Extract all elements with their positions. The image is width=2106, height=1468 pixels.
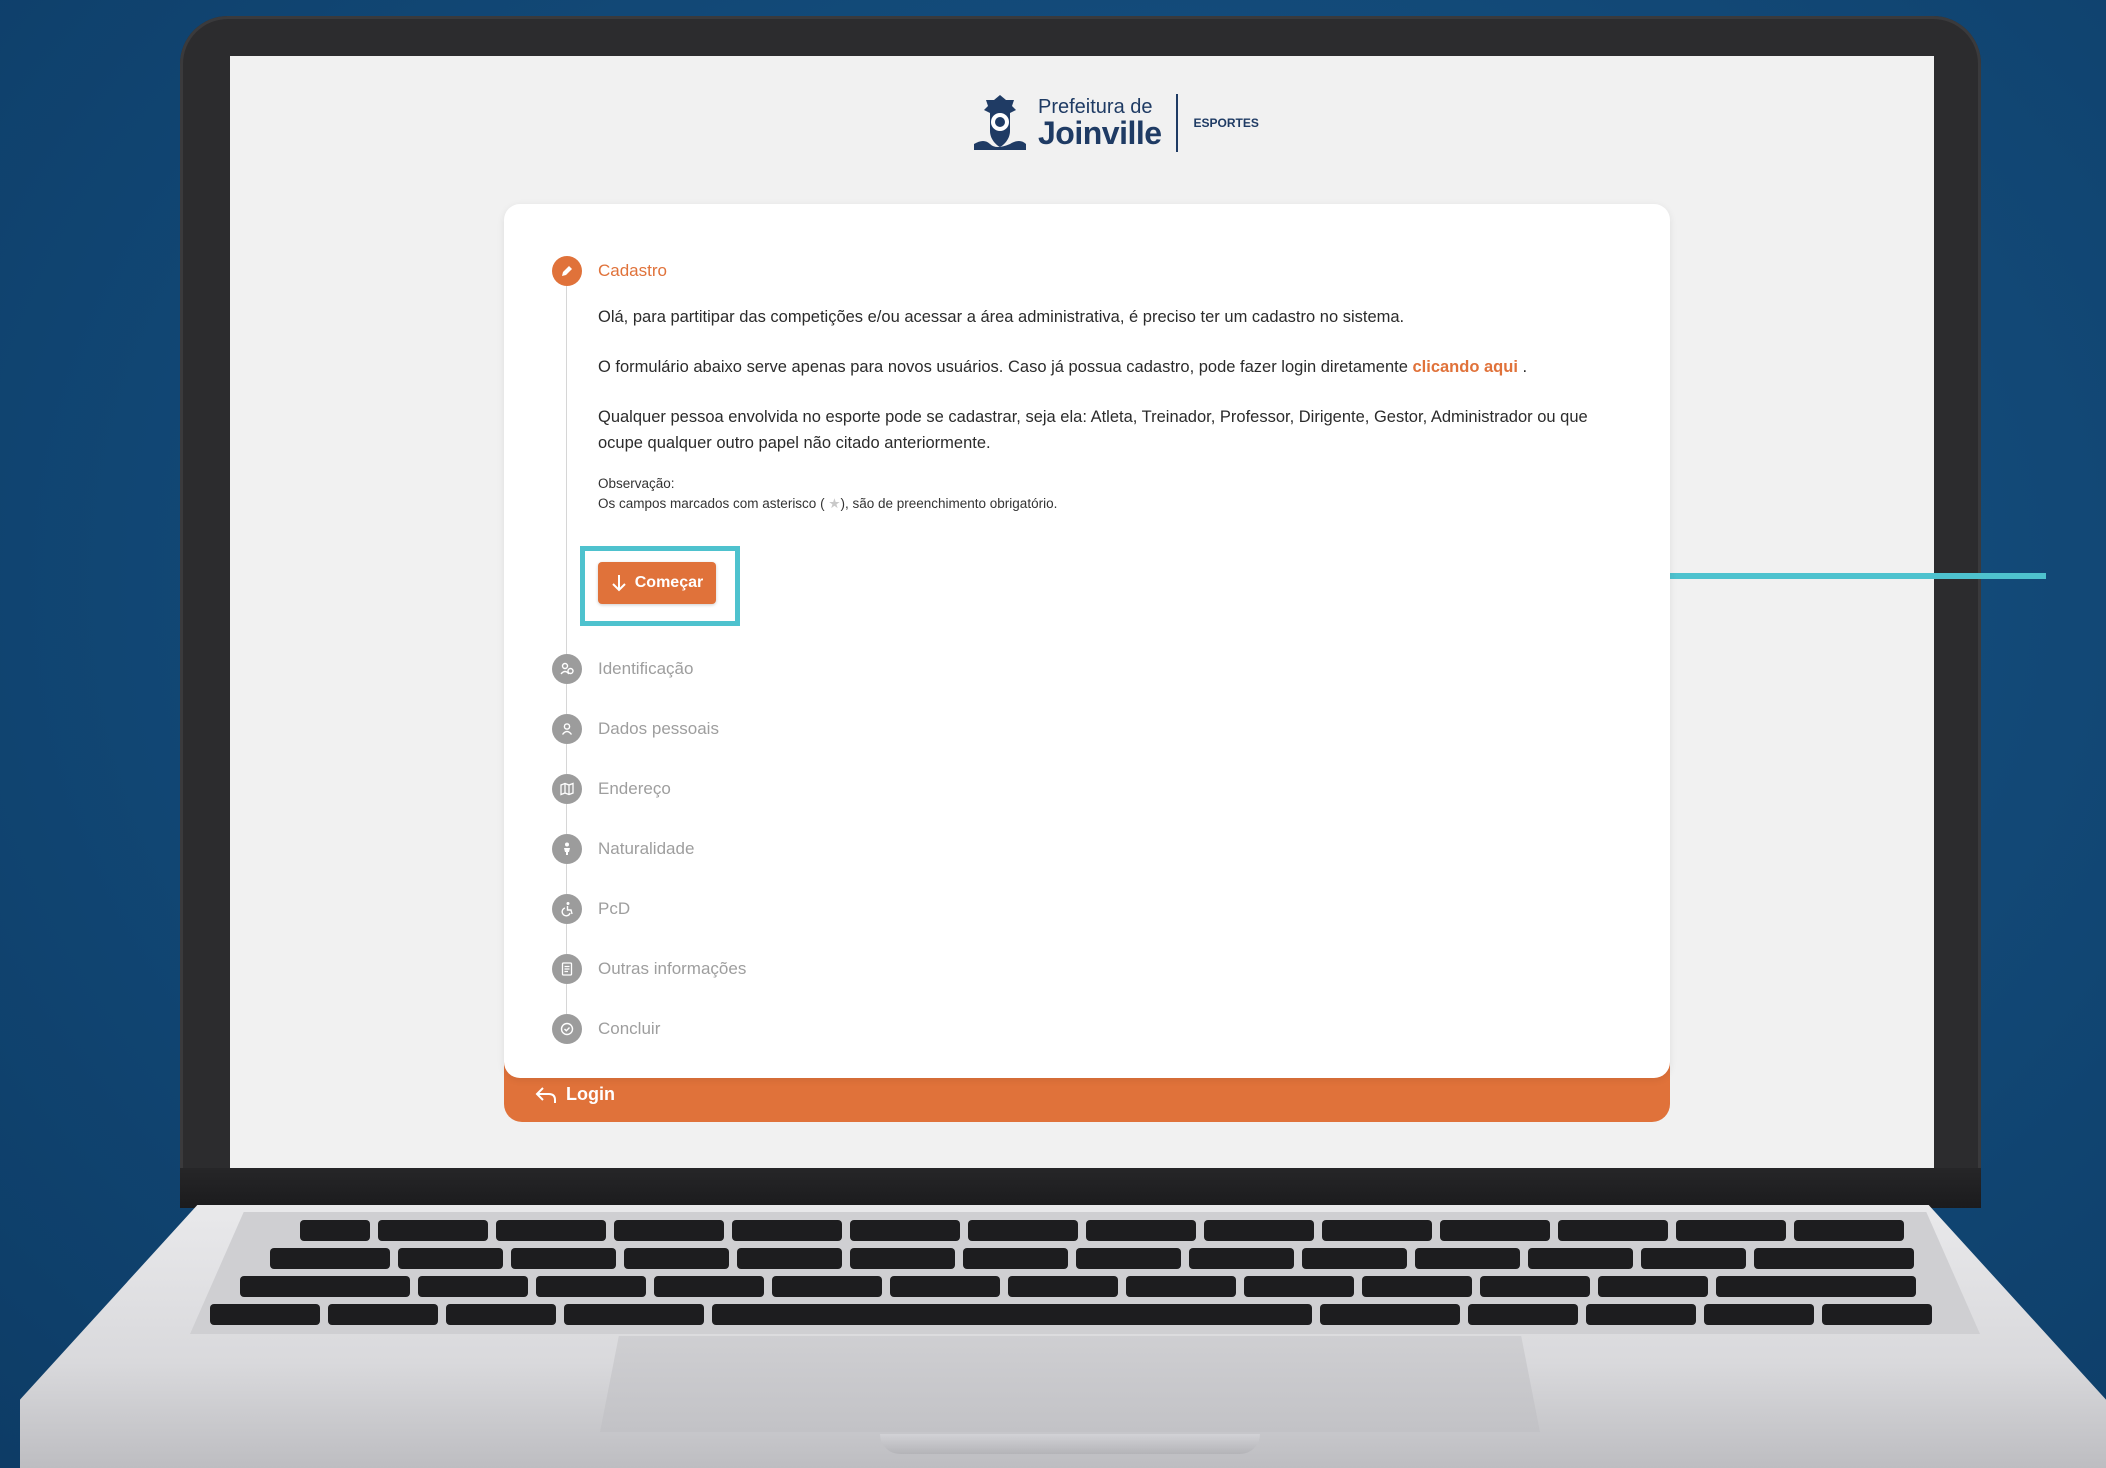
step-label: Naturalidade xyxy=(598,839,695,858)
start-button[interactable]: Começar xyxy=(598,562,716,604)
stepper-line xyxy=(566,804,567,834)
intro-paragraph-3: Qualquer pessoa envolvida no esporte pod… xyxy=(598,408,1588,452)
observation-text-end: ), são de preenchimento obrigatório. xyxy=(840,496,1058,511)
registration-card: Cadastro Identificação Dados pessoais En… xyxy=(504,204,1670,1078)
check-icon xyxy=(552,1014,582,1044)
step-label: Concluir xyxy=(598,1019,661,1038)
trackpad xyxy=(600,1336,1540,1432)
wheelchair-icon xyxy=(552,894,582,924)
arrow-down-icon xyxy=(612,575,626,592)
intro-paragraph-2-text: O formulário abaixo serve apenas para no… xyxy=(598,358,1413,376)
keyboard xyxy=(190,1212,1980,1334)
document-icon xyxy=(552,954,582,984)
stepper-active-line xyxy=(566,286,567,675)
logo-divider xyxy=(1175,94,1178,152)
logo-department: ESPORTES xyxy=(1193,116,1259,130)
step-concluir[interactable]: Concluir xyxy=(552,1014,660,1044)
logo-line2: Joinville xyxy=(1038,115,1162,151)
joinville-logo[interactable]: Prefeitura de Joinville ESPORTES xyxy=(970,88,1259,158)
step-label: Dados pessoais xyxy=(598,719,719,738)
step-endereco[interactable]: Endereço xyxy=(552,774,671,804)
start-button-label: Começar xyxy=(634,574,704,591)
step-label: Outras informações xyxy=(598,959,747,978)
id-icon xyxy=(552,654,582,684)
stepper-line xyxy=(566,924,567,954)
browser-screen: Prefeitura de Joinville ESPORTES Login C… xyxy=(230,56,1934,1168)
intro-content: Olá, para partitipar das competições e/o… xyxy=(598,304,1618,514)
step-identificacao[interactable]: Identificação xyxy=(552,654,693,684)
person-icon xyxy=(552,714,582,744)
stepper-line xyxy=(566,984,567,1014)
logo-line1: Prefeitura de xyxy=(1038,96,1153,118)
observation-text-start: Os campos marcados com asterisco ( xyxy=(598,496,825,511)
login-here-link[interactable]: clicando aqui xyxy=(1412,358,1517,376)
map-icon xyxy=(552,774,582,804)
intro-paragraph-2-end: . xyxy=(1517,358,1528,376)
stepper-line xyxy=(566,684,567,714)
step-label: Cadastro xyxy=(598,261,667,280)
laptop-notch xyxy=(880,1434,1260,1454)
login-link[interactable]: Login xyxy=(534,1084,615,1105)
city-crest-icon xyxy=(974,95,1026,150)
step-label: Identificação xyxy=(598,659,694,678)
logo-text: Prefeitura de Joinville xyxy=(1038,97,1162,149)
step-outras-informacoes[interactable]: Outras informações xyxy=(552,954,746,984)
intro-paragraph-1: Olá, para partitipar das competições e/o… xyxy=(598,308,1405,326)
step-pcd[interactable]: PcD xyxy=(552,894,630,924)
back-arrow-icon xyxy=(535,1086,556,1103)
observation-title: Observação: xyxy=(598,476,675,491)
pencil-icon xyxy=(552,256,582,286)
intro-paragraph-2: O formulário abaixo serve apenas para no… xyxy=(598,354,1618,380)
observation-text: Os campos marcados com asterisco ( ★), s… xyxy=(598,494,1618,514)
stepper-line xyxy=(566,864,567,894)
step-naturalidade[interactable]: Naturalidade xyxy=(552,834,694,864)
step-label: Endereço xyxy=(598,779,671,798)
login-label: Login xyxy=(566,1084,615,1104)
step-label: PcD xyxy=(598,899,631,918)
asterisk-star-icon: ★ xyxy=(828,496,841,511)
stepper-line xyxy=(566,744,567,774)
baby-icon xyxy=(552,834,582,864)
step-dados-pessoais[interactable]: Dados pessoais xyxy=(552,714,719,744)
laptop-hinge xyxy=(180,1168,1981,1208)
step-cadastro[interactable]: Cadastro xyxy=(552,256,667,286)
